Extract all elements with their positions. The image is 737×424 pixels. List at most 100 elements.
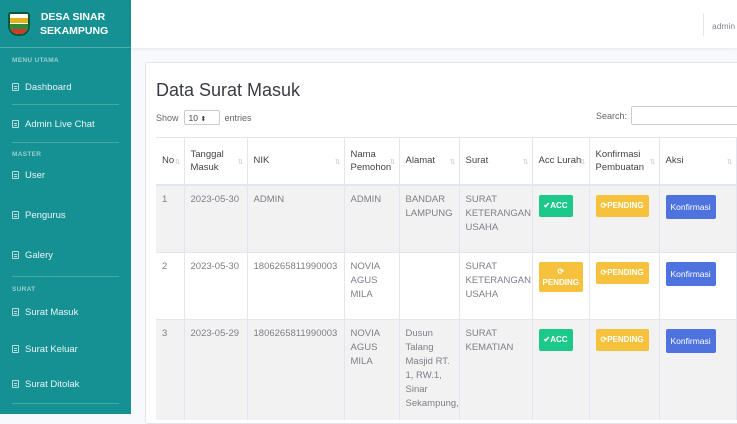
- search-input[interactable]: [631, 106, 737, 125]
- konfirmasi-button[interactable]: Konfirmasi: [665, 194, 716, 219]
- document-icon: [12, 83, 19, 91]
- table-row: 1 2023-05-30 ADMIN ADMIN BANDAR LAMPUNG …: [156, 184, 737, 253]
- document-icon: [12, 120, 19, 128]
- cell-tanggal: 2023-05-30: [184, 184, 248, 253]
- sidebar-item-surat-ditolak[interactable]: Surat Ditolak: [0, 368, 131, 400]
- brand-line2: SEKAMPUNG: [40, 24, 109, 37]
- sidebar-item-surat-masuk[interactable]: Surat Masuk: [0, 296, 131, 328]
- cell-surat: SURAT KETERANGAN USAHA: [459, 252, 533, 320]
- document-icon: [12, 211, 19, 219]
- document-icon: [12, 308, 19, 316]
- cell-no: 3: [156, 319, 185, 420]
- topbar: admin: [131, 0, 737, 48]
- entries-select-value: 10: [188, 113, 198, 123]
- cell-no: 1: [156, 184, 185, 253]
- column-header-surat[interactable]: Surat: [459, 137, 533, 186]
- entries-label: entries: [224, 112, 252, 123]
- entries-select[interactable]: 10 ⬍: [183, 110, 220, 125]
- sidebar-divider: [12, 142, 119, 143]
- document-icon: [12, 251, 19, 259]
- brand-line1: DESA SINAR: [40, 10, 106, 23]
- show-label: Show: [156, 112, 179, 123]
- sidebar-item-label: User: [25, 169, 46, 181]
- sidebar-item-label: Surat Ditolak: [25, 378, 80, 390]
- cell-acc: ⟳ PENDING: [532, 252, 590, 320]
- sidebar-heading-menu-utama: MENU UTAMA: [12, 57, 59, 64]
- cell-acc: ✔ACC: [532, 319, 590, 420]
- chevron-updown-icon: ⬍: [200, 116, 207, 123]
- document-icon: [12, 345, 19, 353]
- cell-aksi: Konfirmasi: [659, 252, 737, 320]
- cell-nama: NOVIA AGUS MILA: [344, 252, 400, 320]
- cell-alamat: BANDAR LAMPUNG: [399, 184, 460, 253]
- sidebar-item-surat-keluar[interactable]: Surat Keluar: [0, 333, 131, 365]
- cell-tanggal: 2023-05-30: [184, 252, 248, 320]
- column-header-alamat[interactable]: Alamat: [399, 137, 460, 186]
- pending-badge: ⟳ PENDING: [538, 262, 583, 292]
- acc-badge: ✔ACC: [538, 194, 573, 217]
- cell-tanggal: 2023-05-29: [184, 319, 248, 420]
- konfirmasi-button[interactable]: Konfirmasi: [665, 329, 716, 353]
- acc-badge: ✔ACC: [538, 329, 573, 351]
- table-row: 2 2023-05-30 1806265811990003 NOVIA AGUS…: [156, 252, 737, 320]
- sidebar-heading-master: MASTER: [12, 151, 42, 158]
- konfirmasi-button[interactable]: Konfirmasi: [665, 262, 716, 286]
- cell-surat: SURAT KEMATIAN: [459, 319, 533, 420]
- surat-masuk-table: No Tanggal Masuk NIK Nama Pemohon Alamat…: [156, 137, 737, 420]
- cell-alamat: [399, 252, 460, 320]
- page-title: Data Surat Masuk: [156, 80, 301, 100]
- cell-nama: ADMIN: [344, 184, 400, 253]
- cell-aksi: Konfirmasi: [659, 184, 737, 253]
- cell-konfirmasi: ⟳PENDING: [589, 184, 660, 253]
- cell-nik: ADMIN: [247, 184, 345, 253]
- sidebar-item-user[interactable]: User: [0, 159, 131, 191]
- cell-acc: ✔ACC: [532, 184, 590, 253]
- pending-badge: ⟳PENDING: [595, 262, 649, 284]
- sidebar-heading-surat: SURAT: [12, 286, 36, 293]
- column-header-nama-pemohon[interactable]: Nama Pemohon: [344, 137, 400, 186]
- column-header-nik[interactable]: NIK: [247, 137, 345, 186]
- cell-konfirmasi: ⟳PENDING: [589, 252, 660, 320]
- column-header-aksi[interactable]: Aksi: [659, 137, 737, 186]
- cell-nik: 1806265811990003: [247, 319, 345, 420]
- cell-no: 2: [156, 252, 185, 320]
- spinner-icon: ⟳: [557, 267, 565, 276]
- cell-aksi: Konfirmasi: [659, 319, 737, 420]
- sidebar-item-pengurus[interactable]: Pengurus: [0, 199, 131, 231]
- cell-konfirmasi: ⟳PENDING: [589, 319, 660, 420]
- search-control: Search:: [596, 106, 737, 125]
- sidebar-item-label: Surat Masuk: [25, 306, 79, 318]
- sidebar-brand[interactable]: DESA SINAR SEKAMPUNG: [0, 0, 131, 48]
- cell-nama: NOVIA AGUS MILA: [344, 319, 400, 420]
- brand-name: DESA SINAR SEKAMPUNG: [40, 10, 109, 38]
- cell-nik: 1806265811990003: [247, 252, 345, 320]
- sidebar-item-admin-live-chat[interactable]: Admin Live Chat: [0, 108, 131, 140]
- pending-label: PENDING: [542, 278, 579, 287]
- sidebar-divider: [12, 104, 119, 105]
- sidebar-item-label: Dashboard: [25, 81, 72, 93]
- topbar-divider: [703, 14, 704, 36]
- pending-badge: ⟳PENDING: [595, 329, 649, 351]
- table-header-row: No Tanggal Masuk NIK Nama Pemohon Alamat…: [156, 137, 737, 186]
- column-header-no[interactable]: No: [156, 137, 185, 186]
- column-header-konfirmasi-pembuatan[interactable]: Konfirmasi Pembuatan: [589, 137, 660, 186]
- cell-alamat: Dusun Talang Masjid RT. 1, RW.1, Sinar S…: [399, 319, 460, 420]
- search-label: Search:: [596, 110, 628, 121]
- column-header-tanggal-masuk[interactable]: Tanggal Masuk: [184, 137, 248, 186]
- table-row: 3 2023-05-29 1806265811990003 NOVIA AGUS…: [156, 319, 737, 420]
- sidebar-item-label: Galery: [25, 249, 53, 261]
- sidebar-divider: [12, 403, 119, 404]
- length-control: Show 10 ⬍ entries: [156, 110, 252, 125]
- column-header-acc-lurah[interactable]: Acc Lurah: [532, 137, 590, 186]
- cell-surat: SURAT KETERANGAN USAHA: [459, 184, 533, 253]
- user-menu[interactable]: admin: [712, 21, 735, 31]
- pending-badge: ⟳PENDING: [595, 194, 649, 217]
- sidebar-item-label: Surat Keluar: [25, 343, 78, 355]
- sidebar: DESA SINAR SEKAMPUNG MENU UTAMA Dashboar…: [0, 0, 131, 414]
- village-logo-icon: [8, 11, 30, 36]
- sidebar-item-galery[interactable]: Galery: [0, 239, 131, 271]
- document-icon: [12, 171, 19, 179]
- sidebar-item-label: Pengurus: [25, 209, 66, 221]
- sidebar-item-dashboard[interactable]: Dashboard: [0, 71, 131, 103]
- sidebar-item-label: Admin Live Chat: [25, 118, 95, 130]
